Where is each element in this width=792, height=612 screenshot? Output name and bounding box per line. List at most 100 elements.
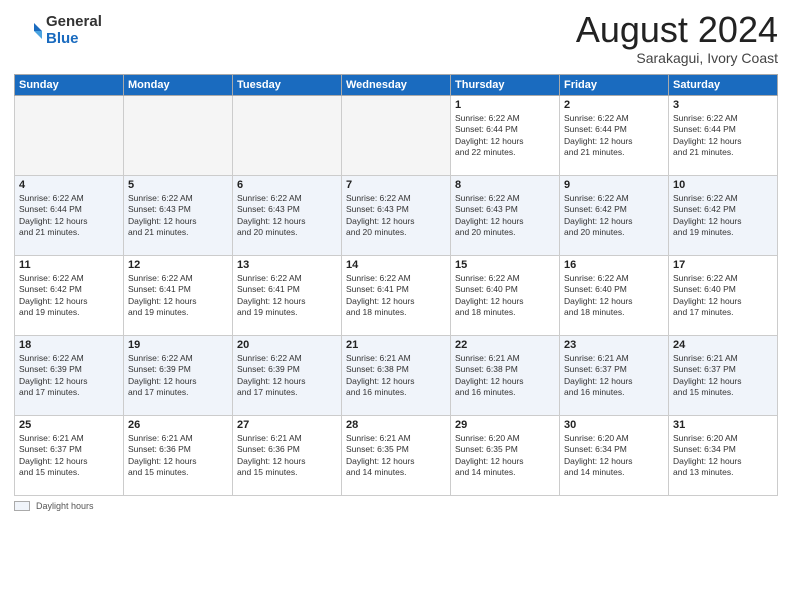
day-info: Sunrise: 6:22 AM Sunset: 6:40 PM Dayligh… [564,273,664,319]
col-header-monday: Monday [124,74,233,95]
logo-icon [14,17,42,45]
calendar-cell: 30Sunrise: 6:20 AM Sunset: 6:34 PM Dayli… [560,415,669,495]
calendar-cell: 22 Sunrise: 6:21 AM Sunset: 6:38 PM Dayli… [451,335,560,415]
col-header-wednesday: Wednesday [342,74,451,95]
day-info: Sunrise: 6:21 AM Sunset: 6:37 PM Dayligh… [673,353,773,399]
day-number: 17 [673,259,773,271]
calendar-cell: 10Sunrise: 6:22 AM Sunset: 6:42 PM Dayli… [669,175,778,255]
col-header-friday: Friday [560,74,669,95]
day-number: 4 [19,179,119,191]
calendar-cell: 9 Sunrise: 6:22 AM Sunset: 6:42 PM Daylig… [560,175,669,255]
calendar-cell: 25 Sunrise: 6:21 AM Sunset: 6:37 PM Dayli… [15,415,124,495]
calendar-cell: 23Sunrise: 6:21 AM Sunset: 6:37 PM Dayli… [560,335,669,415]
day-number: 14 [346,259,446,271]
calendar-cell: 31Sunrise: 6:20 AM Sunset: 6:34 PM Dayli… [669,415,778,495]
day-info: Sunrise: 6:21 AM Sunset: 6:37 PM Dayligh… [19,433,119,479]
col-header-tuesday: Tuesday [233,74,342,95]
day-info: Sunrise: 6:22 AM Sunset: 6:39 PM Dayligh… [237,353,337,399]
calendar-cell: 3 Sunrise: 6:22 AM Sunset: 6:44 PM Daylig… [669,95,778,175]
calendar-cell: 12Sunrise: 6:22 AM Sunset: 6:41 PM Dayli… [124,255,233,335]
day-number: 5 [128,179,228,191]
calendar-header-row: SundayMondayTuesdayWednesdayThursdayFrid… [15,74,778,95]
day-info: Sunrise: 6:22 AM Sunset: 6:43 PM Dayligh… [346,193,446,239]
day-info: Sunrise: 6:22 AM Sunset: 6:40 PM Dayligh… [673,273,773,319]
calendar-cell: 5Sunrise: 6:22 AM Sunset: 6:43 PM Daylig… [124,175,233,255]
col-header-thursday: Thursday [451,74,560,95]
day-info: Sunrise: 6:20 AM Sunset: 6:35 PM Dayligh… [455,433,555,479]
day-number: 27 [237,419,337,431]
logo-general: General [46,14,102,31]
day-info: Sunrise: 6:22 AM Sunset: 6:42 PM Dayligh… [564,193,664,239]
day-info: Sunrise: 6:21 AM Sunset: 6:36 PM Dayligh… [128,433,228,479]
day-info: Sunrise: 6:22 AM Sunset: 6:39 PM Dayligh… [19,353,119,399]
day-number: 3 [673,99,773,111]
day-info: Sunrise: 6:21 AM Sunset: 6:37 PM Dayligh… [564,353,664,399]
calendar-cell: 4 Sunrise: 6:22 AM Sunset: 6:44 PM Daylig… [15,175,124,255]
day-number: 9 [564,179,664,191]
location: Sarakagui, Ivory Coast [576,50,778,66]
day-info: Sunrise: 6:21 AM Sunset: 6:36 PM Dayligh… [237,433,337,479]
day-info: Sunrise: 6:22 AM Sunset: 6:43 PM Dayligh… [237,193,337,239]
day-info: Sunrise: 6:21 AM Sunset: 6:38 PM Dayligh… [346,353,446,399]
calendar-cell: 11Sunrise: 6:22 AM Sunset: 6:42 PM Dayli… [15,255,124,335]
day-number: 21 [346,339,446,351]
footer: Daylight hours [14,501,778,511]
day-number: 13 [237,259,337,271]
calendar-cell [15,95,124,175]
calendar-cell: 7 Sunrise: 6:22 AM Sunset: 6:43 PM Daylig… [342,175,451,255]
daylight-label: Daylight hours [36,501,94,511]
calendar-cell: 21 Sunrise: 6:21 AM Sunset: 6:38 PM Dayli… [342,335,451,415]
day-info: Sunrise: 6:22 AM Sunset: 6:41 PM Dayligh… [346,273,446,319]
day-number: 11 [19,259,119,271]
calendar-cell: 8Sunrise: 6:22 AM Sunset: 6:43 PM Daylig… [451,175,560,255]
calendar-cell: 14 Sunrise: 6:22 AM Sunset: 6:41 PM Dayli… [342,255,451,335]
calendar-cell: 28 Sunrise: 6:21 AM Sunset: 6:35 PM Dayli… [342,415,451,495]
day-number: 19 [128,339,228,351]
calendar-table: SundayMondayTuesdayWednesdayThursdayFrid… [14,74,778,496]
calendar-cell: 1Sunrise: 6:22 AM Sunset: 6:44 PM Daylig… [451,95,560,175]
calendar-week-row: 25 Sunrise: 6:21 AM Sunset: 6:37 PM Dayli… [15,415,778,495]
calendar-cell: 18 Sunrise: 6:22 AM Sunset: 6:39 PM Dayli… [15,335,124,415]
day-number: 7 [346,179,446,191]
day-number: 15 [455,259,555,271]
calendar-cell: 13 Sunrise: 6:22 AM Sunset: 6:41 PM Dayli… [233,255,342,335]
day-number: 26 [128,419,228,431]
logo: General Blue [14,14,102,47]
day-info: Sunrise: 6:20 AM Sunset: 6:34 PM Dayligh… [564,433,664,479]
day-number: 25 [19,419,119,431]
day-number: 18 [19,339,119,351]
calendar-cell: 26 Sunrise: 6:21 AM Sunset: 6:36 PM Dayli… [124,415,233,495]
calendar-cell: 27 Sunrise: 6:21 AM Sunset: 6:36 PM Dayli… [233,415,342,495]
day-info: Sunrise: 6:22 AM Sunset: 6:39 PM Dayligh… [128,353,228,399]
day-info: Sunrise: 6:22 AM Sunset: 6:42 PM Dayligh… [673,193,773,239]
day-number: 28 [346,419,446,431]
day-number: 22 [455,339,555,351]
day-info: Sunrise: 6:20 AM Sunset: 6:34 PM Dayligh… [673,433,773,479]
calendar-cell: 15 Sunrise: 6:22 AM Sunset: 6:40 PM Dayli… [451,255,560,335]
day-info: Sunrise: 6:22 AM Sunset: 6:40 PM Dayligh… [455,273,555,319]
day-info: Sunrise: 6:21 AM Sunset: 6:35 PM Dayligh… [346,433,446,479]
day-info: Sunrise: 6:22 AM Sunset: 6:41 PM Dayligh… [237,273,337,319]
day-number: 24 [673,339,773,351]
col-header-sunday: Sunday [15,74,124,95]
calendar-cell: 6Sunrise: 6:22 AM Sunset: 6:43 PM Daylig… [233,175,342,255]
logo-blue: Blue [46,31,102,48]
day-info: Sunrise: 6:21 AM Sunset: 6:38 PM Dayligh… [455,353,555,399]
page-header: General Blue August 2024 Sarakagui, Ivor… [14,10,778,66]
calendar-week-row: 11Sunrise: 6:22 AM Sunset: 6:42 PM Dayli… [15,255,778,335]
day-number: 20 [237,339,337,351]
calendar-week-row: 18 Sunrise: 6:22 AM Sunset: 6:39 PM Dayli… [15,335,778,415]
calendar-cell [342,95,451,175]
calendar-cell: 24 Sunrise: 6:21 AM Sunset: 6:37 PM Dayli… [669,335,778,415]
day-info: Sunrise: 6:22 AM Sunset: 6:41 PM Dayligh… [128,273,228,319]
calendar-week-row: 4 Sunrise: 6:22 AM Sunset: 6:44 PM Daylig… [15,175,778,255]
day-number: 1 [455,99,555,111]
calendar-cell: 2Sunrise: 6:22 AM Sunset: 6:44 PM Daylig… [560,95,669,175]
day-info: Sunrise: 6:22 AM Sunset: 6:44 PM Dayligh… [19,193,119,239]
day-info: Sunrise: 6:22 AM Sunset: 6:43 PM Dayligh… [455,193,555,239]
day-number: 2 [564,99,664,111]
calendar-week-row: 1 Sunrise: 6:22 AM Sunset: 6:44 PM Daylig… [15,95,778,175]
day-info: Sunrise: 6:22 AM Sunset: 6:44 PM Dayligh… [673,113,773,159]
calendar-cell: 16Sunrise: 6:22 AM Sunset: 6:40 PM Dayli… [560,255,669,335]
calendar-cell: 29Sunrise: 6:20 AM Sunset: 6:35 PM Dayli… [451,415,560,495]
